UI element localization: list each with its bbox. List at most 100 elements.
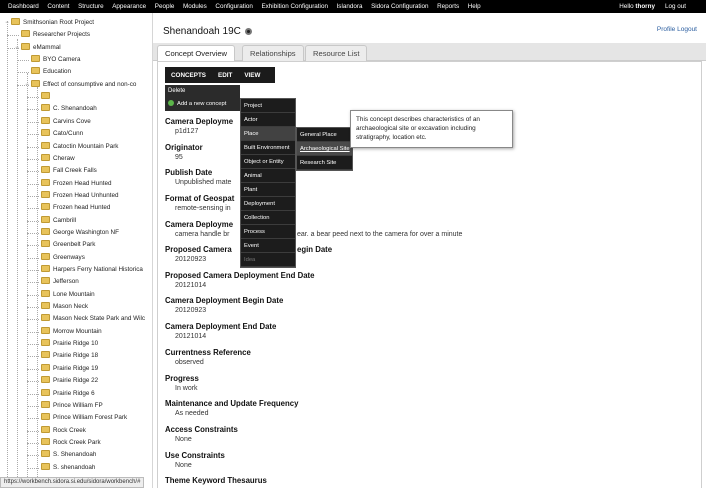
tree-item[interactable]: Rock Creek Park — [34, 437, 101, 449]
username[interactable]: thorny — [635, 3, 655, 10]
tree-item[interactable]: Lone Mountain — [34, 289, 95, 301]
tree-item[interactable]: Prairie Ridge 6 — [34, 388, 95, 400]
gear-icon[interactable] — [245, 28, 252, 35]
tree-item[interactable]: − Smithsonian Root Project — [4, 17, 94, 29]
tree-connector — [17, 60, 29, 62]
tree-item[interactable]: Rock Creek — [34, 425, 86, 437]
menu-dashboard[interactable]: Dashboard — [8, 0, 39, 13]
menu-islandora[interactable]: Islandora — [337, 0, 363, 13]
menu-content[interactable]: Content — [47, 0, 69, 13]
menu-help[interactable]: Help — [468, 0, 481, 13]
field-label: Camera Deployment Begin Date — [165, 296, 284, 305]
menu-item-event[interactable]: Event — [241, 239, 295, 253]
tree-item[interactable]: Jefferson — [34, 276, 79, 288]
folder-icon — [41, 400, 50, 408]
tree-item[interactable]: Education — [24, 66, 71, 78]
tree-item-label: Cheraw — [53, 154, 75, 162]
submenu-item-archaeological-site[interactable]: Archaeological Site — [297, 142, 352, 156]
tree-connector — [7, 35, 19, 37]
tree-item[interactable]: Frozen Head Hunted — [34, 178, 111, 190]
menu-appearance[interactable]: Appearance — [112, 0, 146, 13]
delete-button[interactable]: Delete — [165, 85, 240, 98]
tree-item[interactable]: C. Shenandoah — [34, 103, 97, 115]
menu-item-built-environment[interactable]: Built Environment — [241, 141, 295, 155]
folder-icon — [41, 277, 50, 285]
edit-menu[interactable]: EDIT — [212, 72, 238, 79]
menu-item-animal[interactable]: Animal — [241, 169, 295, 183]
tree-item[interactable]: Catoctin Mountain Park — [34, 141, 118, 153]
tree-item[interactable]: Prairie Ridge 22 — [34, 375, 98, 387]
folder-icon — [41, 92, 50, 100]
tree-item[interactable]: − eMammal — [14, 42, 61, 54]
tree-item-label: Cambrill — [53, 216, 77, 224]
field-label: Access Constraints — [165, 425, 238, 434]
tree-item[interactable]: Greenbelt Park — [34, 239, 95, 251]
menu-item-collection[interactable]: Collection — [241, 211, 295, 225]
tree-item[interactable]: Frozen head Hunted — [34, 202, 110, 214]
tree-item[interactable]: Carvins Cove — [34, 116, 91, 128]
tree-item[interactable]: Researcher Projects — [14, 29, 90, 41]
tree-item[interactable]: Morrow Mountain — [34, 326, 102, 338]
submenu-item-general-place[interactable]: General Place — [297, 128, 352, 142]
tree-item[interactable]: Mason Neck — [34, 301, 88, 313]
tree-item[interactable]: Greenways — [34, 252, 85, 264]
tree-item[interactable]: Prairie Ridge 18 — [34, 350, 98, 362]
profile-logout-link[interactable]: Profile Logout — [657, 26, 697, 33]
tree-item[interactable]: Cato/Cunn — [34, 128, 83, 140]
tree-item-label: BYO Camera — [43, 56, 81, 64]
tree-item-label: Frozen Head Unhunted — [53, 191, 119, 199]
tree-item[interactable]: BYO Camera — [24, 54, 80, 66]
menu-modules[interactable]: Modules — [183, 0, 207, 13]
tree-item[interactable]: Mason Neck State Park and Wilc — [34, 313, 145, 325]
menu-structure[interactable]: Structure — [78, 0, 104, 13]
concepts-menu[interactable]: CONCEPTS — [165, 72, 212, 79]
menu-item-actor[interactable]: Actor — [241, 113, 295, 127]
tree-item[interactable]: Prince William FP — [34, 400, 103, 412]
logout-link[interactable]: Log out — [665, 0, 686, 13]
view-menu[interactable]: VIEW — [238, 72, 266, 79]
tab-concept-overview[interactable]: Concept Overview — [157, 45, 236, 62]
folder-icon — [41, 339, 50, 347]
folder-icon — [41, 153, 50, 161]
tree-item[interactable]: S. shenandoah — [34, 462, 95, 474]
tree-item-label: Harpers Ferry National Historica — [53, 266, 143, 273]
tree-item[interactable]: Prairie Ridge 10 — [34, 338, 98, 350]
tree-item-label: Lone Mountain — [53, 290, 95, 298]
tree-item[interactable]: Cambrill — [34, 215, 76, 227]
tree-item[interactable]: Cheraw — [34, 153, 75, 165]
tab-relationships[interactable]: Relationships — [242, 45, 304, 61]
tree-item[interactable]: Harpers Ferry National Historica — [34, 264, 143, 276]
folder-icon — [41, 227, 50, 235]
field-value: Unpublished mate — [175, 178, 232, 186]
menu-item-place[interactable]: Place — [241, 127, 295, 141]
tree-item-label: George Washington NF — [53, 228, 119, 236]
greeting: Hello thorny — [619, 0, 655, 13]
tree-item[interactable]: Prince William Forest Park — [34, 412, 127, 424]
menu-item-object-or-entity[interactable]: Object or Entity — [241, 155, 295, 169]
tree-item[interactable]: Prairie Ridge 19 — [34, 363, 98, 375]
tab-resource-list[interactable]: Resource List — [305, 45, 368, 61]
menu-item-process[interactable]: Process — [241, 225, 295, 239]
tree-item[interactable]: George Washington NF — [34, 227, 119, 239]
add-new-concept-item[interactable]: Add a new concept — [165, 98, 240, 111]
tree-item[interactable]: S. Shenandoah — [34, 449, 96, 461]
field-label: Currentness Reference — [165, 348, 251, 357]
folder-icon — [21, 42, 30, 50]
folder-icon — [41, 141, 50, 149]
menu-exhibition-configuration[interactable]: Exhibition Configuration — [261, 0, 328, 13]
menu-sidora-configuration[interactable]: Sidora Configuration — [371, 0, 428, 13]
submenu-item-research-site[interactable]: Research Site — [297, 156, 352, 170]
menu-reports[interactable]: Reports — [437, 0, 459, 13]
tree-item[interactable]: Frozen Head Unhunted — [34, 190, 118, 202]
tree-item-label: Prairie Ridge 22 — [53, 377, 99, 385]
menu-people[interactable]: People — [155, 0, 175, 13]
tree-item-label: S. shenandoah — [53, 463, 96, 471]
menu-item-project[interactable]: Project — [241, 99, 295, 113]
folder-icon — [31, 55, 40, 63]
field-value-overflow: ear. a bear peed next to the camera for … — [297, 230, 463, 238]
menu-item-plant[interactable]: Plant — [241, 183, 295, 197]
menu-configuration[interactable]: Configuration — [215, 0, 252, 13]
tree-item[interactable]: − Effect of consumptive and non-co — [24, 79, 136, 91]
menu-item-deployment[interactable]: Deployment — [241, 197, 295, 211]
tree-item[interactable]: Fall Creek Falls — [34, 165, 97, 177]
